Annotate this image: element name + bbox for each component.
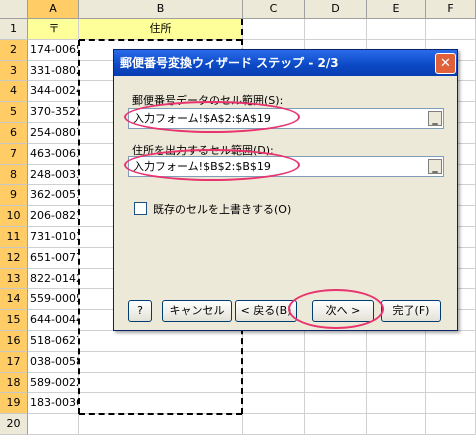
cell-a[interactable]: 038-0058 bbox=[28, 351, 79, 373]
row-header[interactable]: 1 bbox=[0, 19, 28, 40]
row-header[interactable]: 15 bbox=[0, 310, 28, 331]
cell-b[interactable] bbox=[79, 393, 243, 415]
row-header[interactable]: 3 bbox=[0, 60, 28, 82]
help-icon: ? bbox=[137, 304, 143, 317]
selection-marquee-left bbox=[78, 39, 80, 415]
cell-a[interactable]: 370-3521 bbox=[28, 102, 79, 123]
cell[interactable] bbox=[243, 19, 305, 40]
cell[interactable] bbox=[426, 351, 476, 373]
cell[interactable] bbox=[367, 393, 426, 415]
cell[interactable] bbox=[426, 372, 476, 394]
row-header[interactable]: 6 bbox=[0, 123, 28, 144]
dialog-titlebar[interactable]: 郵便番号変換ウィザード ステップ - 2/3 bbox=[114, 50, 457, 76]
cell-b[interactable] bbox=[79, 414, 243, 435]
finish-button[interactable]: 完了(F) bbox=[381, 300, 441, 322]
close-button[interactable]: ✕ bbox=[435, 53, 456, 74]
column-header-f[interactable]: F bbox=[426, 0, 476, 19]
cell[interactable] bbox=[367, 331, 426, 352]
row-header[interactable]: 20 bbox=[0, 414, 28, 435]
cell-a[interactable]: 183-0036 bbox=[28, 393, 79, 415]
cancel-button[interactable]: キャンセル bbox=[162, 300, 232, 322]
cell[interactable] bbox=[426, 414, 476, 435]
cell[interactable] bbox=[367, 351, 426, 373]
row-header[interactable]: 17 bbox=[0, 351, 28, 373]
cell-a[interactable]: 254-0807 bbox=[28, 123, 79, 144]
zip-range-collapse-button[interactable]: _ bbox=[428, 111, 442, 126]
row-header[interactable]: 10 bbox=[0, 206, 28, 227]
cell-a[interactable]: 〒 bbox=[28, 19, 79, 40]
cell-b[interactable] bbox=[79, 331, 243, 352]
row-header[interactable]: 5 bbox=[0, 102, 28, 123]
dialog-title: 郵便番号変換ウィザード ステップ - 2/3 bbox=[120, 56, 339, 70]
cell-a[interactable]: 651-0077 bbox=[28, 247, 79, 269]
row-header[interactable]: 11 bbox=[0, 227, 28, 248]
cell[interactable] bbox=[305, 331, 367, 352]
row-header[interactable]: 2 bbox=[0, 39, 28, 61]
column-header-e[interactable]: E bbox=[367, 0, 426, 19]
close-icon: ✕ bbox=[440, 56, 451, 71]
cell[interactable] bbox=[426, 393, 476, 415]
address-range-highlight bbox=[124, 149, 300, 181]
cell[interactable] bbox=[305, 19, 367, 40]
cell-a[interactable]: 559-0005 bbox=[28, 289, 79, 311]
cell-b[interactable]: 住所 bbox=[79, 19, 243, 40]
cell[interactable] bbox=[305, 351, 367, 373]
cell[interactable] bbox=[243, 414, 305, 435]
cell[interactable] bbox=[305, 393, 367, 415]
help-button[interactable]: ? bbox=[128, 300, 152, 322]
row-header[interactable]: 16 bbox=[0, 331, 28, 352]
column-header-b[interactable]: B bbox=[79, 0, 243, 19]
row-header[interactable]: 12 bbox=[0, 247, 28, 269]
cell-b[interactable] bbox=[79, 351, 243, 373]
overwrite-checkbox[interactable] bbox=[134, 202, 147, 215]
cell[interactable] bbox=[426, 19, 476, 40]
row-header[interactable]: 14 bbox=[0, 289, 28, 311]
row-header[interactable]: 7 bbox=[0, 143, 28, 165]
cell[interactable] bbox=[243, 393, 305, 415]
cell[interactable] bbox=[305, 372, 367, 394]
cell-a[interactable]: 248-0033 bbox=[28, 164, 79, 186]
cell[interactable] bbox=[367, 414, 426, 435]
select-all-corner[interactable] bbox=[0, 0, 28, 19]
cell-a[interactable]: 822-0142 bbox=[28, 268, 79, 290]
zip-range-highlight bbox=[124, 101, 300, 133]
wizard-dialog: 郵便番号変換ウィザード ステップ - 2/3 ✕ 郵便番号データのセル範囲(S)… bbox=[113, 49, 458, 331]
row-header[interactable]: 13 bbox=[0, 268, 28, 290]
column-header-a[interactable]: A bbox=[28, 0, 79, 19]
cell-a[interactable]: 518-0627 bbox=[28, 331, 79, 352]
next-button-highlight bbox=[288, 289, 384, 329]
cell-a[interactable]: 589-0022 bbox=[28, 372, 79, 394]
cell[interactable] bbox=[305, 414, 367, 435]
selection-marquee-top bbox=[79, 38, 242, 41]
cell[interactable] bbox=[243, 351, 305, 373]
address-range-collapse-button[interactable]: _ bbox=[428, 159, 442, 174]
cell-a[interactable]: 463-0063 bbox=[28, 143, 79, 165]
cell[interactable] bbox=[367, 19, 426, 40]
row-header[interactable]: 9 bbox=[0, 185, 28, 207]
cell-a[interactable]: 731-0103 bbox=[28, 227, 79, 248]
cell[interactable] bbox=[243, 372, 305, 394]
row-header[interactable]: 18 bbox=[0, 372, 28, 394]
cell-a[interactable]: 362-0051 bbox=[28, 185, 79, 207]
cell-b[interactable] bbox=[79, 372, 243, 394]
cell-a[interactable]: 174-0065 bbox=[28, 39, 79, 61]
cell-a[interactable]: 206-0821 bbox=[28, 206, 79, 227]
row-header[interactable]: 8 bbox=[0, 164, 28, 186]
cell[interactable] bbox=[243, 331, 305, 352]
collapse-icon: _ bbox=[432, 160, 438, 173]
collapse-icon: _ bbox=[432, 112, 438, 125]
overwrite-label[interactable]: 既存のセルを上書きする(O) bbox=[153, 201, 291, 217]
cell-a[interactable]: 644-0044 bbox=[28, 310, 79, 331]
column-header-d[interactable]: D bbox=[305, 0, 367, 19]
row-header[interactable]: 4 bbox=[0, 81, 28, 103]
cell-a[interactable] bbox=[28, 414, 79, 435]
cell[interactable] bbox=[367, 372, 426, 394]
cell-a[interactable]: 344-0024 bbox=[28, 81, 79, 103]
row-header[interactable]: 19 bbox=[0, 393, 28, 415]
cell[interactable] bbox=[426, 331, 476, 352]
column-header-c[interactable]: C bbox=[243, 0, 305, 19]
cell-a[interactable]: 331-0802 bbox=[28, 60, 79, 82]
